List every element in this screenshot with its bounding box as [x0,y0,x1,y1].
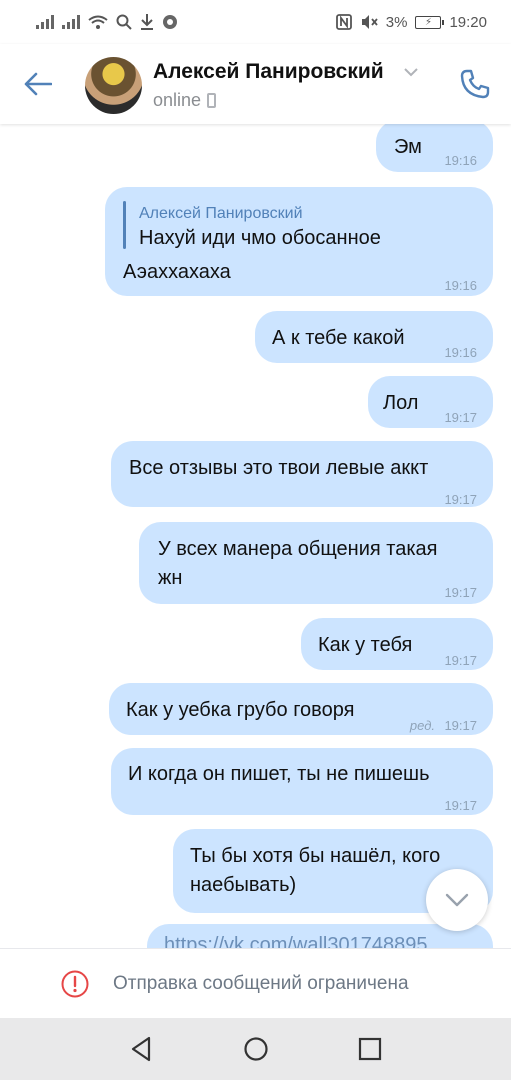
wifi-icon [88,15,108,29]
signal-icon [36,15,54,29]
message-text-line: У всех манера общения такая [158,538,438,560]
vpn-icon [163,15,177,29]
message-bubble[interactable]: Все отзывы это твои левые аккт 19:17 [111,441,493,507]
presence-label: online [153,90,202,110]
call-button[interactable] [455,64,495,104]
message-text: Все отзывы это твои левые аккт [129,457,429,479]
message-time: 19:16 [444,153,477,168]
system-nav-bar [0,1018,511,1080]
reply-text: Нахуй иди чмо обосанное [139,227,381,249]
message-text: Как у уебка грубо говоря [126,699,355,721]
nav-home-icon[interactable] [241,1034,271,1064]
signal-icon [62,15,80,29]
message-time: 19:17 [444,718,477,733]
search-icon [116,14,132,30]
status-icons-right: 3% ⚡ 19:20 [335,13,487,31]
status-time: 19:20 [449,13,487,31]
message-text-line: наебывать) [190,874,297,896]
message-list[interactable]: Эм 19:16 Алексей Панировский Нахуй иди ч… [0,124,511,948]
restricted-banner: Отправка сообщений ограничена [0,948,511,1018]
message-time: 19:17 [444,653,477,668]
avatar[interactable] [85,57,142,114]
message-text: Эм [394,136,422,158]
nfc-icon [335,14,352,30]
status-icons-left [36,14,178,30]
message-time: 19:17 [444,410,477,425]
arrow-left-icon [24,72,52,96]
message-text: Лол [383,392,419,414]
warning-icon [61,970,89,998]
back-button[interactable] [18,64,58,104]
download-icon [141,14,153,30]
message-time: 19:16 [444,278,477,293]
scroll-down-button[interactable] [426,869,488,931]
message-bubble[interactable]: Алексей Панировский Нахуй иди чмо обосан… [105,187,493,296]
mute-icon [361,15,378,29]
status-bar: 3% ⚡ 19:20 [0,0,511,44]
edited-label: ред. [409,718,435,733]
message-bubble[interactable]: А к тебе какой 19:16 [255,311,493,363]
chat-header: Алексей Панировский online [0,44,511,124]
chevron-down-icon [445,893,469,907]
phone-icon [460,69,490,99]
message-bubble[interactable]: Лол 19:17 [368,376,493,428]
message-bubble[interactable]: Эм 19:16 [376,124,493,172]
message-link[interactable]: https://vk.com/wall301748895 [164,934,428,948]
message-bubble[interactable]: У всех манера общения такая жн 19:17 [139,522,493,604]
message-bubble[interactable]: И когда он пишет, ты не пишешь 19:17 [111,748,493,815]
message-bubble[interactable]: Как у уебка грубо говоря ред. 19:17 [109,683,493,735]
nav-back-icon[interactable] [127,1034,157,1064]
presence-status: online [153,90,217,111]
reply-bar [123,201,126,249]
message-time: 19:17 [444,585,477,600]
message-time: 19:17 [444,492,477,507]
nav-recents-icon[interactable] [355,1034,385,1064]
battery-percent: 3% [385,13,408,31]
chevron-down-icon[interactable] [402,66,420,78]
message-text: А к тебе какой [272,327,405,349]
message-time: 19:17 [444,798,477,813]
mobile-icon [207,93,217,108]
message-bubble[interactable]: Как у тебя 19:17 [301,618,493,670]
message-text: Аэаххахаха [123,261,231,283]
restricted-text: Отправка сообщений ограничена [113,973,409,994]
contact-name[interactable]: Алексей Панировский [153,60,384,84]
message-text-line: Ты бы хотя бы нашёл, кого [190,845,441,867]
message-text: Как у тебя [318,634,413,656]
message-time: 19:16 [444,345,477,360]
message-text-line: жн [158,567,183,589]
message-text: И когда он пишет, ты не пишешь [128,763,430,785]
battery-icon: ⚡ [415,15,445,29]
